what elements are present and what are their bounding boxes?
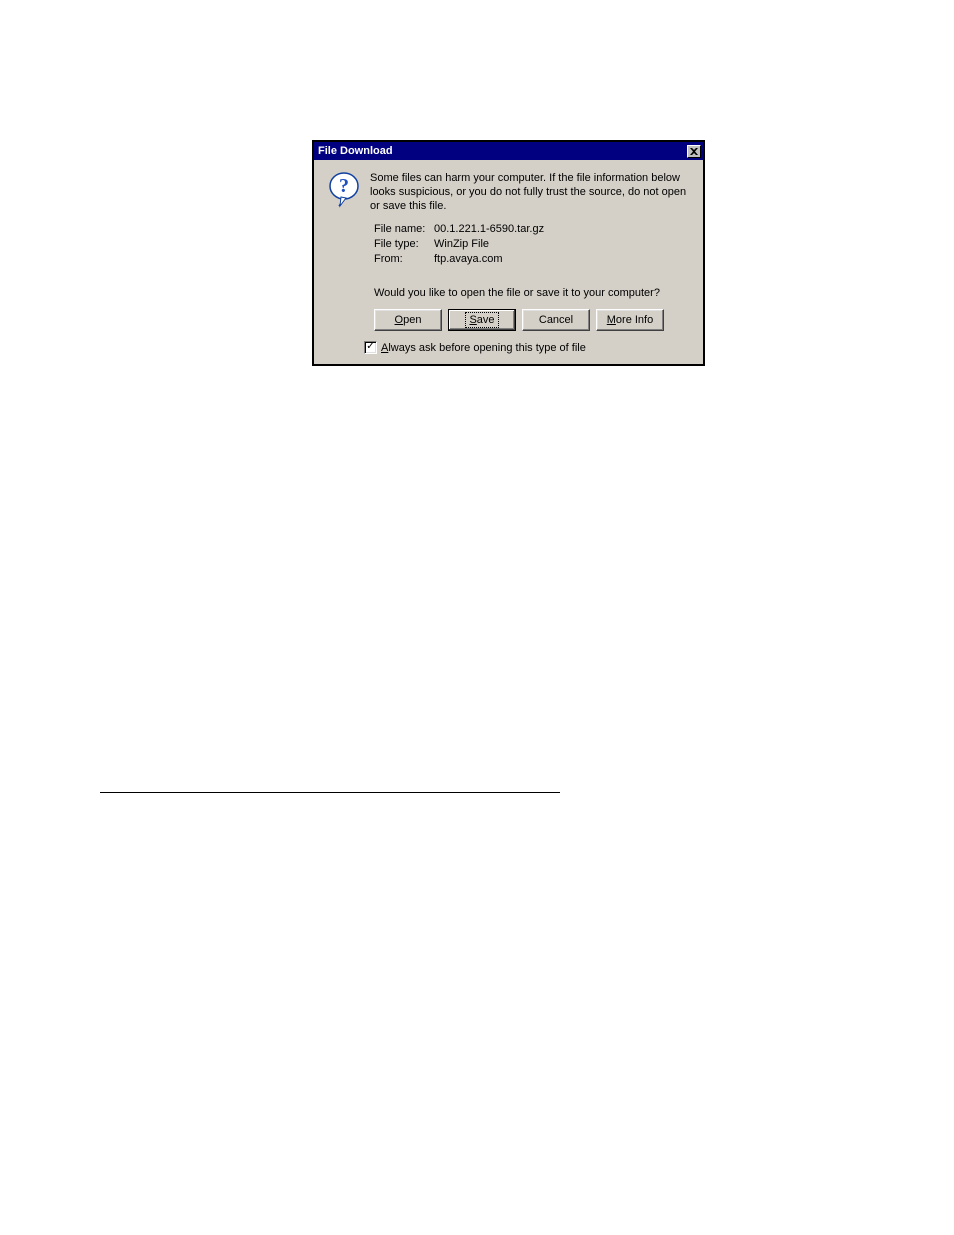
from-label: From: [374, 253, 434, 265]
filetype-label: File type: [374, 238, 434, 250]
button-row: Open Save Cancel More Info [374, 309, 689, 331]
file-info: File name: 00.1.221.1-6590.tar.gz File t… [374, 223, 689, 265]
always-ask-row: ✓ Always ask before opening this type of… [364, 341, 689, 354]
file-download-dialog: File Download ? Some files can harm your… [312, 140, 705, 366]
close-button[interactable] [687, 145, 701, 158]
save-button[interactable]: Save [448, 309, 516, 331]
titlebar: File Download [314, 142, 703, 160]
more-info-button[interactable]: More Info [596, 309, 664, 331]
horizontal-rule [100, 792, 560, 793]
prompt-text: Would you like to open the file or save … [374, 287, 689, 299]
open-button-label-rest: pen [403, 314, 421, 326]
always-ask-label-rest: lways ask before opening this type of fi… [388, 342, 586, 354]
cancel-button-label: Cancel [539, 314, 573, 326]
warning-text: Some files can harm your computer. If th… [370, 172, 689, 213]
filename-label: File name: [374, 223, 434, 235]
cancel-button[interactable]: Cancel [522, 309, 590, 331]
dialog-title: File Download [318, 145, 393, 157]
question-icon: ? [328, 172, 360, 204]
close-icon [690, 148, 698, 155]
filetype-value: WinZip File [434, 238, 489, 250]
save-button-label-rest: ave [477, 314, 495, 326]
always-ask-label: Always ask before opening this type of f… [381, 342, 586, 354]
filename-value: 00.1.221.1-6590.tar.gz [434, 223, 544, 235]
always-ask-checkbox[interactable]: ✓ [364, 341, 377, 354]
open-button[interactable]: Open [374, 309, 442, 331]
dialog-body: ? Some files can harm your computer. If … [314, 160, 703, 364]
from-value: ftp.avaya.com [434, 253, 502, 265]
more-info-button-label-rest: ore Info [616, 314, 653, 326]
svg-text:?: ? [339, 175, 349, 197]
